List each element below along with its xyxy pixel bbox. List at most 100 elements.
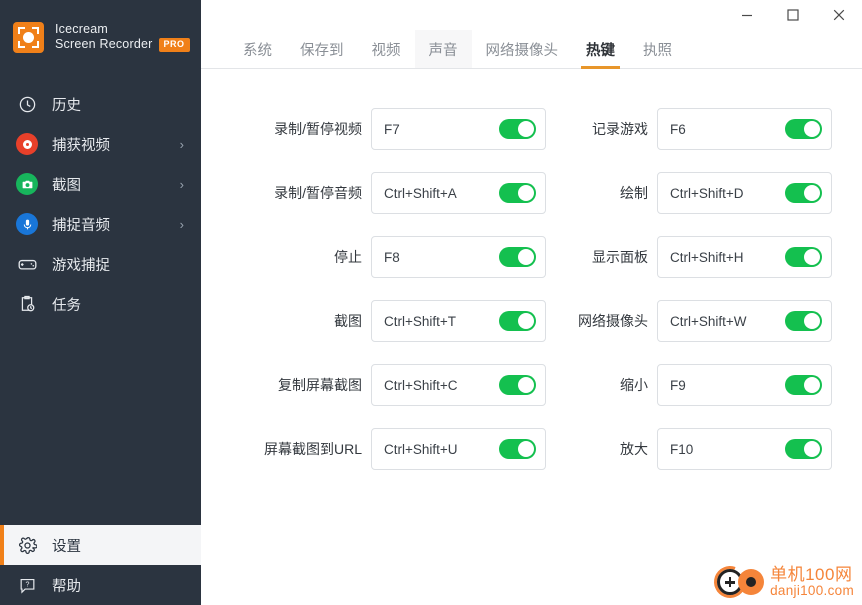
watermark-text: 单机100网 danji100.com	[770, 566, 854, 598]
hotkey-toggle[interactable]	[499, 119, 536, 139]
camera-icon	[14, 171, 40, 197]
hotkey-value: F7	[384, 121, 400, 137]
hotkey-input[interactable]: F6	[657, 108, 832, 150]
hotkey-input[interactable]: F10	[657, 428, 832, 470]
pro-badge: PRO	[158, 37, 190, 52]
hotkey-row-record-game: 记录游戏 F6	[552, 97, 832, 161]
app-name-line2: Screen Recorder	[55, 37, 153, 51]
hotkey-toggle[interactable]	[785, 439, 822, 459]
site-watermark: 单机100网 danji100.com	[708, 560, 854, 604]
minimize-button[interactable]	[724, 0, 770, 30]
tab-sound[interactable]: 声音	[414, 30, 472, 68]
hotkey-input[interactable]: Ctrl+Shift+D	[657, 172, 832, 214]
hotkey-input[interactable]: Ctrl+Shift+A	[371, 172, 546, 214]
hotkey-toggle[interactable]	[785, 311, 822, 331]
chevron-right-icon: ›	[179, 136, 184, 152]
app-brand: Icecream Screen Recorder PRO	[0, 0, 201, 62]
hotkey-toggle[interactable]	[499, 311, 536, 331]
tab-label: 声音	[428, 42, 458, 59]
hotkey-toggle[interactable]	[499, 183, 536, 203]
hotkey-toggle[interactable]	[785, 183, 822, 203]
icecream-screen-recorder-window: Icecream Screen Recorder PRO 历史 捕获视频 › 截…	[0, 0, 862, 605]
hotkey-toggle[interactable]	[499, 247, 536, 267]
microphone-icon	[14, 211, 40, 237]
hotkey-value: Ctrl+Shift+A	[384, 185, 457, 201]
hotkeys-grid: 录制/暂停视频 F7 录制/暂停音频 Ctrl+Shift+A 停止 F8 截图…	[201, 97, 862, 481]
hotkey-toggle[interactable]	[785, 247, 822, 267]
tab-label: 热键	[586, 42, 615, 59]
chevron-right-icon: ›	[179, 216, 184, 232]
hotkey-value: F10	[670, 441, 694, 457]
sidebar-item-label: 设置	[52, 538, 81, 555]
sidebar-item-history[interactable]: 历史	[0, 84, 201, 124]
hotkey-label: 屏幕截图到URL	[263, 441, 362, 457]
tab-label: 系统	[243, 42, 272, 59]
tab-system[interactable]: 系统	[229, 30, 286, 68]
hotkey-label: 放大	[620, 441, 648, 457]
hotkey-label: 复制屏幕截图	[278, 377, 362, 393]
tab-hotkeys[interactable]: 热键	[572, 30, 629, 69]
hotkey-input[interactable]: Ctrl+Shift+C	[371, 364, 546, 406]
sidebar-item-label: 历史	[52, 97, 81, 114]
tab-webcam[interactable]: 网络摄像头	[472, 30, 573, 68]
hotkey-value: F8	[384, 249, 400, 265]
hotkey-toggle[interactable]	[499, 439, 536, 459]
sidebar-item-label: 捕获视频	[52, 137, 110, 154]
clock-icon	[14, 91, 40, 117]
app-name-line1: Icecream	[55, 22, 109, 36]
hotkey-value: Ctrl+Shift+U	[384, 441, 458, 457]
main-panel: 系统 保存到 视频 声音 网络摄像头 热键 执照 录制/暂停视频 F7 录制/暂…	[201, 0, 862, 605]
sidebar-item-tasks[interactable]: 任务	[0, 284, 201, 324]
sidebar-item-help[interactable]: ? 帮助	[0, 565, 201, 605]
hotkey-value: F9	[670, 377, 686, 393]
clipboard-clock-icon	[14, 291, 40, 317]
tab-video[interactable]: 视频	[358, 30, 415, 68]
sidebar-item-capture-video[interactable]: 捕获视频 ›	[0, 124, 201, 164]
hotkey-toggle[interactable]	[785, 119, 822, 139]
tab-save-to[interactable]: 保存到	[286, 30, 358, 68]
chevron-right-icon: ›	[179, 176, 184, 192]
tab-label: 保存到	[300, 42, 344, 59]
hotkey-input[interactable]: Ctrl+Shift+U	[371, 428, 546, 470]
hotkey-label: 网络摄像头	[578, 313, 648, 329]
hotkey-row-screenshot-to-url: 屏幕截图到URL Ctrl+Shift+U	[216, 417, 546, 481]
maximize-button[interactable]	[770, 0, 816, 30]
app-logo-icon	[13, 21, 44, 53]
hotkey-row-stop: 停止 F8	[216, 225, 546, 289]
sidebar-item-label: 游戏捕捉	[52, 257, 110, 274]
hotkey-row-zoom-out: 缩小 F9	[552, 353, 832, 417]
minimize-icon	[742, 14, 752, 17]
gear-icon	[14, 532, 40, 558]
sidebar-item-capture-audio[interactable]: 捕捉音频 ›	[0, 204, 201, 244]
sidebar-item-game-capture[interactable]: 游戏捕捉	[0, 244, 201, 284]
hotkey-row-copy-screenshot: 复制屏幕截图 Ctrl+Shift+C	[216, 353, 546, 417]
hotkey-input[interactable]: F7	[371, 108, 546, 150]
hotkey-row-record-pause-video: 录制/暂停视频 F7	[216, 97, 546, 161]
close-icon	[833, 9, 845, 21]
hotkey-input[interactable]: Ctrl+Shift+H	[657, 236, 832, 278]
sidebar-nav: 历史 捕获视频 › 截图 › 捕捉音频 › 游戏捕捉 任务	[0, 84, 201, 324]
hotkey-label: 显示面板	[592, 249, 648, 265]
hotkey-label: 缩小	[620, 377, 648, 393]
tab-license[interactable]: 执照	[629, 30, 686, 68]
hotkey-input[interactable]: F8	[371, 236, 546, 278]
hotkey-toggle[interactable]	[499, 375, 536, 395]
hotkey-label: 绘制	[620, 185, 648, 201]
close-button[interactable]	[816, 0, 862, 30]
hotkey-input[interactable]: F9	[657, 364, 832, 406]
hotkey-label: 录制/暂停音频	[274, 185, 362, 201]
tab-label: 视频	[371, 42, 401, 59]
hotkey-value: Ctrl+Shift+D	[670, 185, 744, 201]
settings-tabbar: 系统 保存到 视频 声音 网络摄像头 热键 执照	[201, 30, 862, 69]
window-titlebar	[201, 0, 862, 30]
hotkey-toggle[interactable]	[785, 375, 822, 395]
hotkey-input[interactable]: Ctrl+Shift+W	[657, 300, 832, 342]
sidebar-item-screenshot[interactable]: 截图 ›	[0, 164, 201, 204]
hotkeys-left-column: 录制/暂停视频 F7 录制/暂停音频 Ctrl+Shift+A 停止 F8 截图…	[216, 97, 546, 481]
svg-text:?: ?	[25, 580, 29, 588]
hotkey-value: Ctrl+Shift+H	[670, 249, 744, 265]
sidebar-item-label: 捕捉音频	[52, 217, 110, 234]
sidebar-item-settings[interactable]: 设置	[0, 525, 201, 565]
sidebar-item-label: 任务	[52, 297, 81, 314]
hotkey-input[interactable]: Ctrl+Shift+T	[371, 300, 546, 342]
